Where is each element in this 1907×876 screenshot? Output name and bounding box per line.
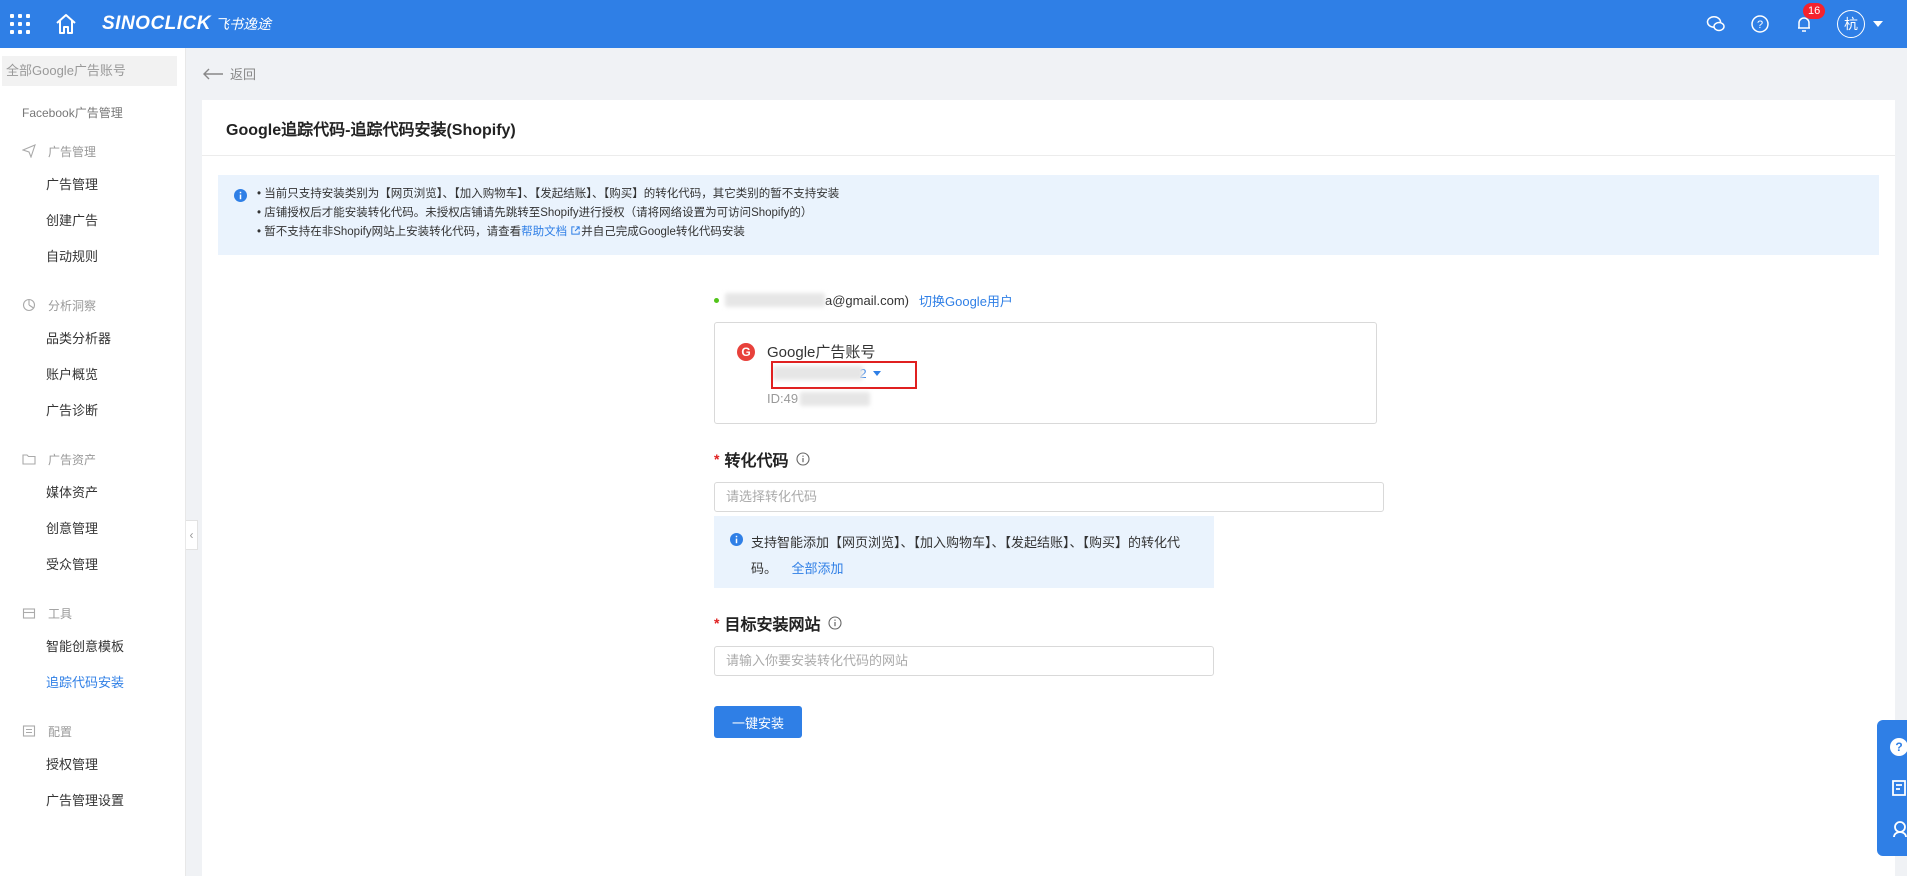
- sidebar-item-ad-manage[interactable]: 广告管理: [0, 167, 185, 203]
- arrow-left-icon: [203, 68, 223, 79]
- sidebar-link-facebook[interactable]: Facebook广告管理: [0, 104, 185, 121]
- top-navbar: SINOCLICK 飞书逸途 ? 16 杭: [0, 0, 1907, 48]
- sidebar-group-tools[interactable]: 工具: [0, 603, 185, 623]
- redacted-email: [725, 293, 825, 307]
- sidebar-item-category-analyzer[interactable]: 品类分析器: [0, 321, 185, 357]
- sidebar-item-smart-template[interactable]: 智能创意模板: [0, 629, 185, 665]
- one-click-install-button[interactable]: 一键安装: [714, 706, 802, 738]
- sidebar-item-audience-manage[interactable]: 受众管理: [0, 547, 185, 583]
- edit-icon[interactable]: [1885, 777, 1907, 799]
- back-link[interactable]: 返回: [202, 64, 256, 83]
- notice-line-1: • 当前只支持安装类别为【网页浏览】、【加入购物车】、【发起结账】、【购买】的转…: [257, 188, 840, 200]
- paper-plane-icon: [22, 144, 36, 158]
- info-outline-icon[interactable]: [828, 616, 843, 630]
- sidebar-item-account-overview[interactable]: 账户概览: [0, 357, 185, 393]
- page-title: Google追踪代码-追踪代码安装(Shopify): [202, 100, 1895, 156]
- sidebar-item-auth-manage[interactable]: 授权管理: [0, 747, 185, 783]
- sidebar-item-auto-rules[interactable]: 自动规则: [0, 239, 185, 275]
- highlight-box: [771, 361, 917, 389]
- info-outline-icon[interactable]: [796, 452, 811, 466]
- sidebar-group-config[interactable]: 配置: [0, 721, 185, 741]
- notice-line-2: • 店铺授权后才能安装转化代码。未授权店铺请先跳转至Shopify进行授权（请将…: [257, 207, 813, 219]
- svg-text:?: ?: [1895, 740, 1902, 754]
- sidebar-item-tracking-code[interactable]: 追踪代码安装: [0, 665, 185, 701]
- help-doc-link[interactable]: 帮助文档: [521, 226, 567, 238]
- target-site-input[interactable]: 请输入你要安装转化代码的网站: [714, 646, 1214, 676]
- sidebar-item-ad-diagnosis[interactable]: 广告诊断: [0, 393, 185, 429]
- notice-line-3: • 暂不支持在非Shopify网站上安装转化代码，请查看帮助文档 并自己完成Go…: [257, 225, 745, 238]
- bell-icon[interactable]: 16: [1793, 3, 1826, 35]
- help-icon[interactable]: ?: [1749, 13, 1771, 35]
- svg-text:?: ?: [1757, 19, 1763, 31]
- app-grid-icon[interactable]: [10, 14, 30, 34]
- sidebar-item-media-assets[interactable]: 媒体资产: [0, 475, 185, 511]
- info-icon: [234, 189, 247, 202]
- chart-icon: [22, 298, 36, 312]
- notification-badge: 16: [1803, 3, 1826, 19]
- external-link-icon[interactable]: [570, 225, 581, 236]
- customer-service-icon[interactable]: [1885, 818, 1907, 840]
- switch-google-user-link[interactable]: 切换Google用户: [919, 291, 1013, 310]
- install-form: a@gmail.com) 切换Google用户 G Google广告账号 -2 …: [714, 290, 1384, 738]
- sidebar-item-creative-manage[interactable]: 创意管理: [0, 511, 185, 547]
- google-logo-icon: G: [737, 343, 755, 361]
- conversion-code-label: * 转化代码: [714, 448, 1384, 470]
- folder-icon: [22, 454, 36, 465]
- chevron-down-icon[interactable]: [1873, 21, 1883, 27]
- main-card: Google追踪代码-追踪代码安装(Shopify) • 当前只支持安装类别为【…: [202, 100, 1895, 876]
- floating-support-bar: ?: [1877, 720, 1907, 856]
- ad-account-title: Google广告账号: [767, 344, 876, 361]
- sidebar-group-insights[interactable]: 分析洞察: [0, 295, 185, 315]
- google-user-row: a@gmail.com) 切换Google用户: [714, 290, 1384, 310]
- ad-account-id: ID:49: [767, 391, 871, 406]
- target-site-label: * 目标安装网站: [714, 612, 1384, 634]
- config-icon: [22, 725, 36, 737]
- info-icon: [730, 533, 743, 546]
- sidebar-group-ads[interactable]: 广告管理: [0, 141, 185, 161]
- conversion-code-select[interactable]: 请选择转化代码: [714, 482, 1384, 512]
- home-icon[interactable]: [54, 12, 78, 36]
- online-status-dot: [714, 297, 719, 303]
- toolbox-icon: [22, 608, 36, 619]
- question-icon[interactable]: ?: [1885, 736, 1907, 758]
- sidebar-group-assets[interactable]: 广告资产: [0, 449, 185, 469]
- user-avatar[interactable]: 杭: [1837, 10, 1865, 38]
- sidebar-item-create-ad[interactable]: 创建广告: [0, 203, 185, 239]
- add-all-link[interactable]: 全部添加: [791, 561, 843, 576]
- user-email: a@gmail.com): [825, 292, 909, 308]
- sidebar-item-ad-settings[interactable]: 广告管理设置: [0, 783, 185, 819]
- brand-subtitle: 飞书逸途: [215, 16, 271, 32]
- notice-banner: • 当前只支持安装类别为【网页浏览】、【加入购物车】、【发起结账】、【购买】的转…: [218, 175, 1879, 255]
- sidebar-collapse-handle[interactable]: ‹: [186, 520, 198, 550]
- sidebar: 全部Google广告账号 Facebook广告管理 广告管理 广告管理 创建广告…: [0, 48, 186, 876]
- google-account-select[interactable]: 全部Google广告账号: [2, 56, 177, 86]
- ad-account-box: G Google广告账号 -2 ID:49: [714, 322, 1377, 424]
- smart-add-tip: 支持智能添加【网页浏览】、【加入购物车】、【发起结账】、【购买】的转化代码。 全…: [714, 516, 1214, 588]
- brand-logo: SINOCLICK: [102, 13, 211, 34]
- wechat-icon[interactable]: [1705, 13, 1727, 35]
